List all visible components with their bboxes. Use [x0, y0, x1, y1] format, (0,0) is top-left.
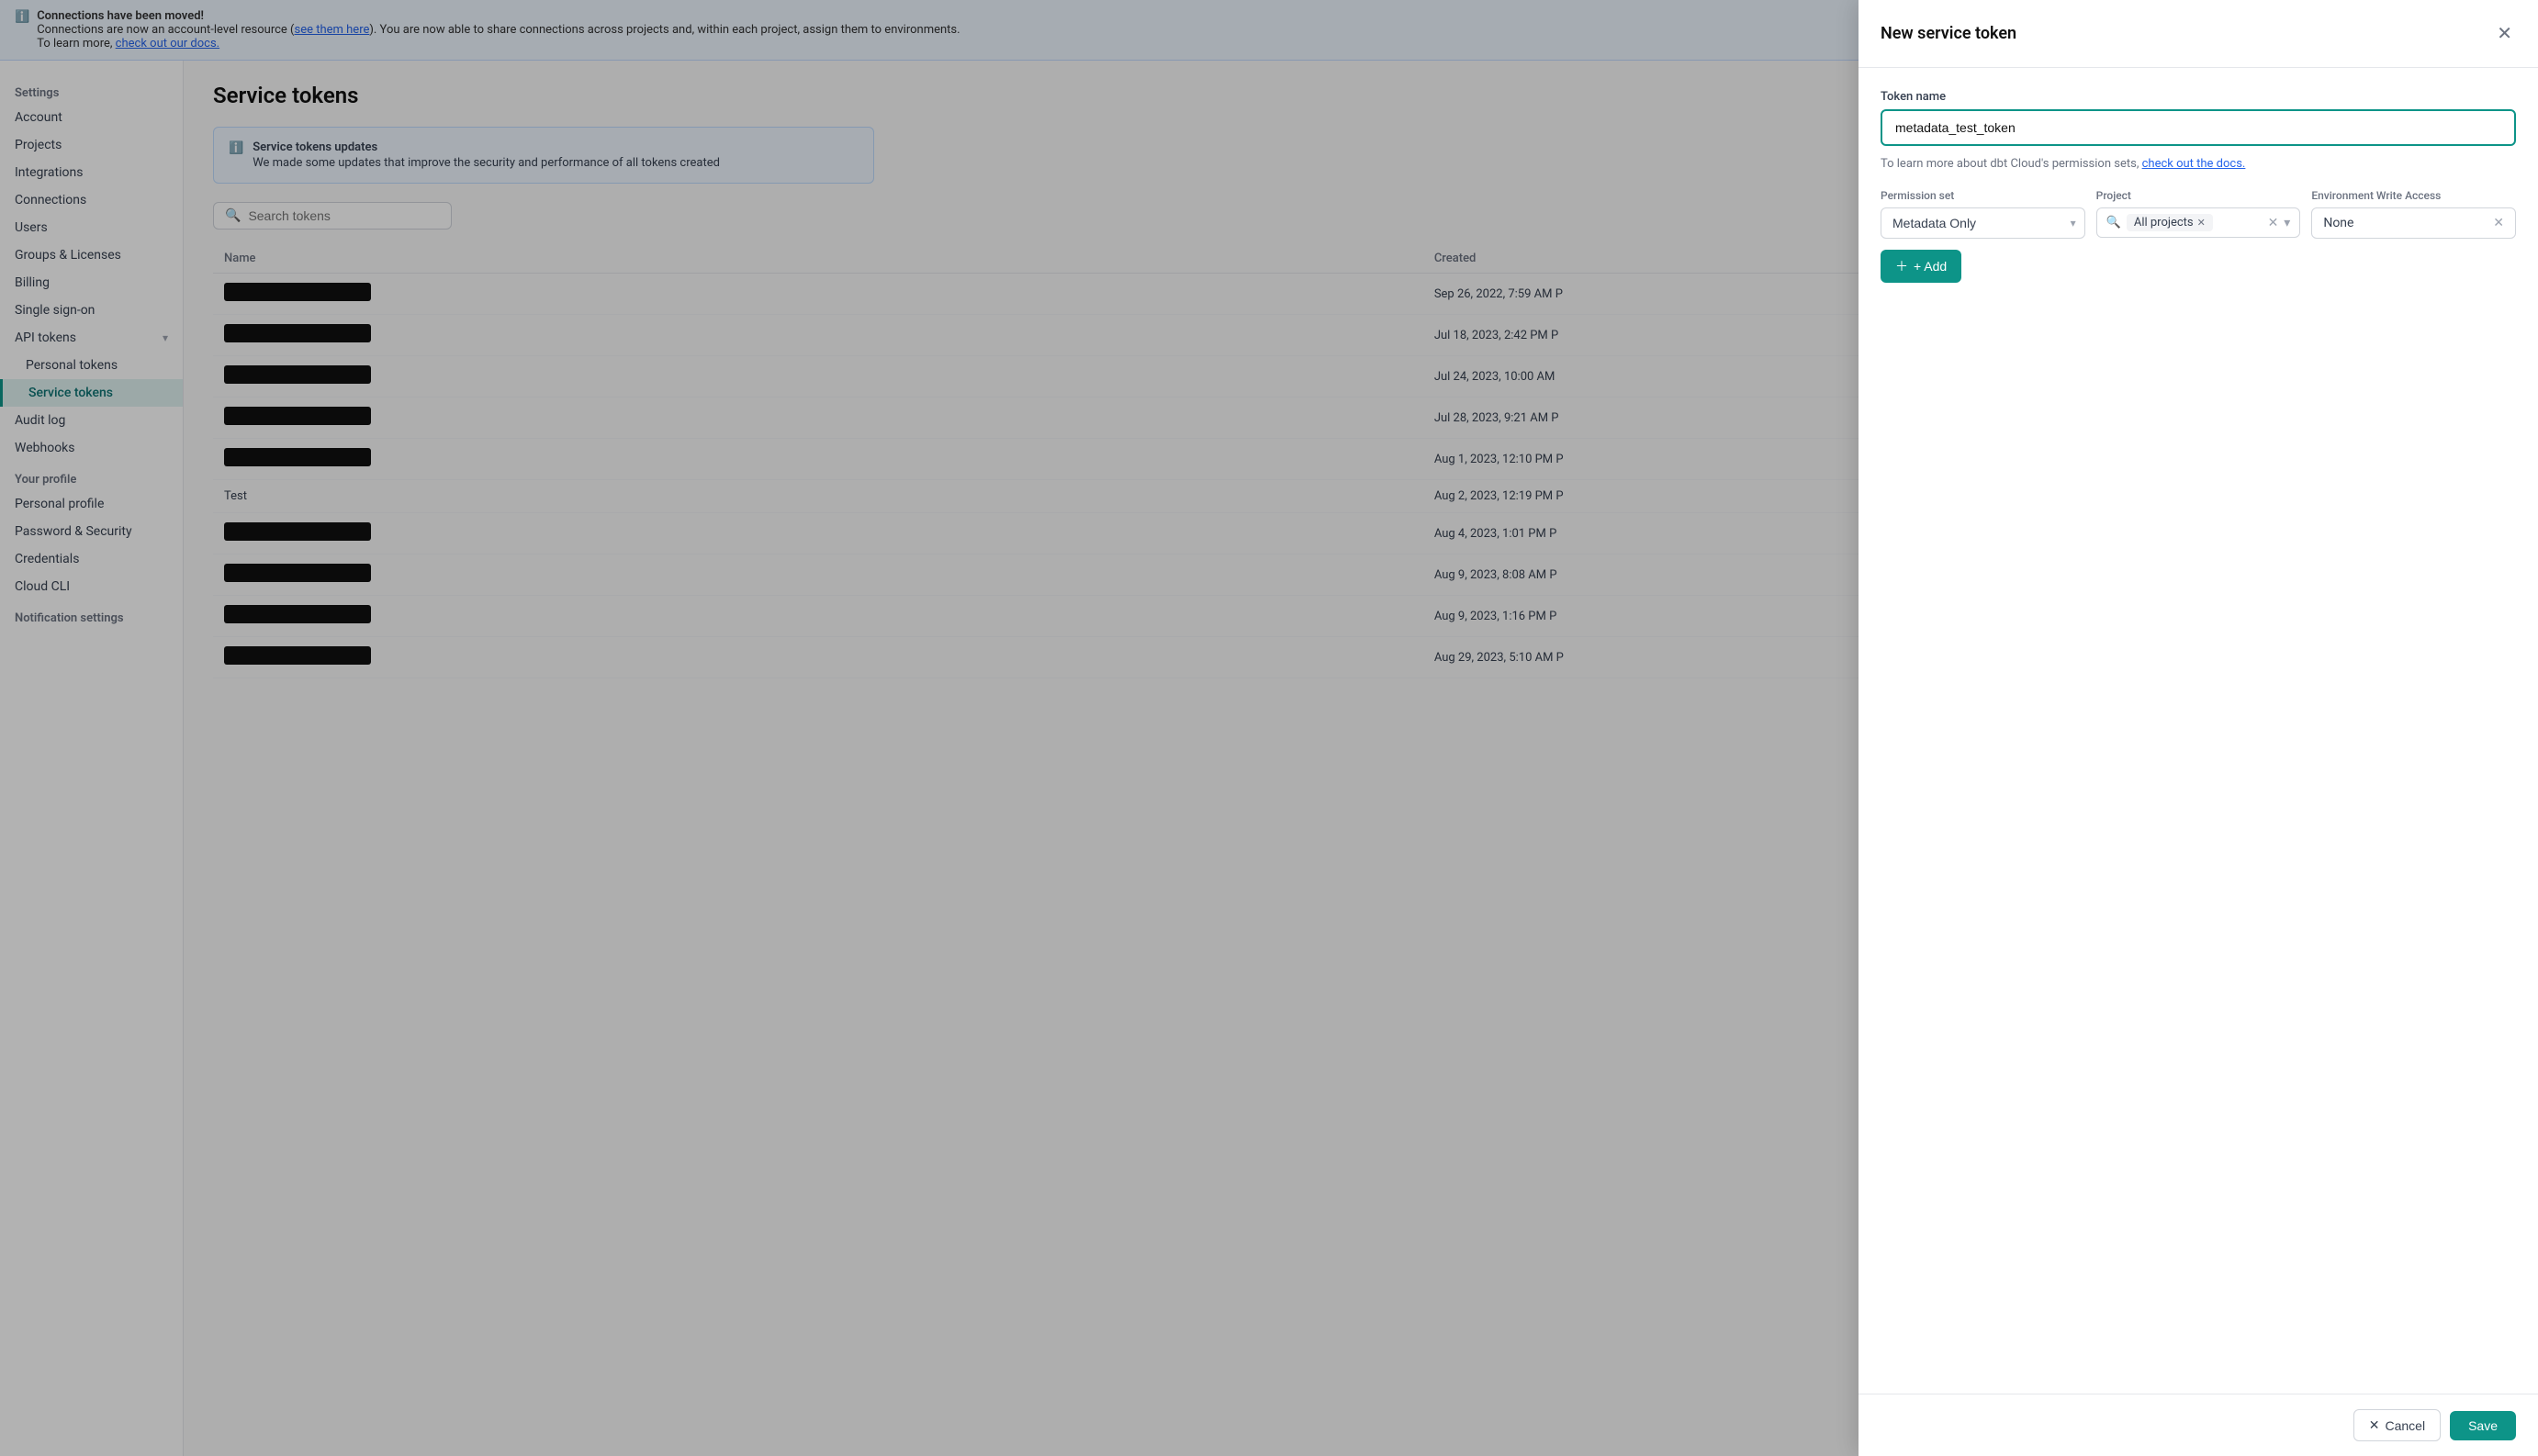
env-access-column: Environment Write Access None ✕ [2311, 189, 2516, 239]
chevron-down-icon[interactable]: ▾ [2284, 216, 2290, 230]
modal-title: New service token [1881, 24, 2016, 43]
plus-icon: ＋ [1895, 257, 1908, 275]
project-column: Project 🔍 All projects ✕ ✕ ▾ [2096, 189, 2301, 238]
project-tag-remove-button[interactable]: ✕ [2197, 217, 2206, 229]
env-access-header: Environment Write Access [2311, 189, 2516, 202]
project-clear-button[interactable]: ✕ [2268, 216, 2279, 230]
env-clear-button[interactable]: ✕ [2493, 216, 2504, 230]
all-projects-tag: All projects ✕ [2127, 214, 2213, 231]
project-header: Project [2096, 189, 2301, 202]
permissions-hint: To learn more about dbt Cloud's permissi… [1881, 157, 2516, 171]
permission-set-column: Permission set Metadata Only Read Only A… [1881, 189, 2085, 239]
check-docs-link[interactable]: check out the docs. [2142, 157, 2246, 171]
env-access-value: None [2323, 216, 2353, 230]
close-icon: ✕ [2369, 1417, 2380, 1433]
permission-set-select-wrapper: Metadata Only Read Only Analyst Develope… [1881, 207, 2085, 239]
modal-header: New service token ✕ [1859, 0, 2538, 68]
project-field[interactable]: 🔍 All projects ✕ ✕ ▾ [2096, 207, 2301, 238]
modal-body: Token name To learn more about dbt Cloud… [1859, 68, 2538, 1394]
add-permission-button[interactable]: ＋ + Add [1881, 250, 1961, 283]
modal-overlay: New service token ✕ Token name To learn … [0, 0, 2538, 1456]
save-button[interactable]: Save [2450, 1411, 2516, 1440]
env-access-field[interactable]: None ✕ [2311, 207, 2516, 239]
permissions-grid: Permission set Metadata Only Read Only A… [1881, 189, 2516, 239]
permission-set-header: Permission set [1881, 189, 2085, 202]
modal-close-button[interactable]: ✕ [2493, 18, 2516, 49]
modal-footer: ✕ Cancel Save [1859, 1394, 2538, 1456]
cancel-button[interactable]: ✕ Cancel [2353, 1409, 2441, 1441]
permission-set-select[interactable]: Metadata Only Read Only Analyst Develope… [1881, 207, 2085, 239]
modal-panel: New service token ✕ Token name To learn … [1859, 0, 2538, 1456]
token-name-input[interactable] [1881, 109, 2516, 146]
token-name-label: Token name [1881, 90, 2516, 104]
search-icon: 🔍 [2106, 216, 2121, 230]
